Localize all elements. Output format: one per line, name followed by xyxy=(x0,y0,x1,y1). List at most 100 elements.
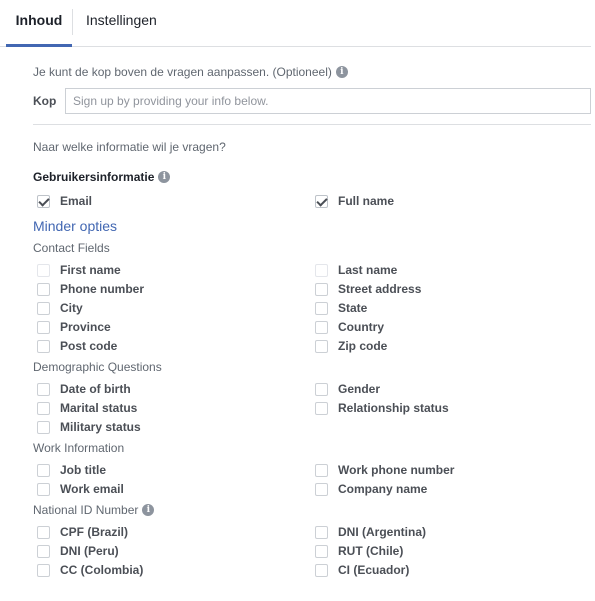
checkbox-dni-argentina[interactable]: DNI (Argentina) xyxy=(311,524,426,540)
checkbox-city[interactable]: City xyxy=(33,300,83,316)
checkbox-label: Military status xyxy=(60,420,141,434)
checkbox-marital-status[interactable]: Marital status xyxy=(33,400,137,416)
info-icon[interactable]: i xyxy=(142,504,155,516)
group-title-national-id-text: National ID Number xyxy=(33,503,139,517)
checkbox-icon[interactable] xyxy=(315,401,328,415)
checkbox-icon[interactable] xyxy=(315,263,328,277)
kop-label: Kop xyxy=(33,94,57,108)
checkbox-street-address[interactable]: Street address xyxy=(311,281,421,297)
checkbox-icon[interactable] xyxy=(37,463,50,477)
checkbox-zip-code[interactable]: Zip code xyxy=(311,338,387,354)
checkbox-country[interactable]: Country xyxy=(311,319,384,335)
checkbox-icon[interactable] xyxy=(315,525,328,539)
checkbox-icon[interactable] xyxy=(315,339,328,353)
checkbox-cpf-brazil[interactable]: CPF (Brazil) xyxy=(33,524,128,540)
checkbox-dni-peru[interactable]: DNI (Peru) xyxy=(33,543,119,559)
checkbox-label: Job title xyxy=(60,463,107,477)
checkbox-icon[interactable] xyxy=(315,544,328,558)
tab-instellingen[interactable]: Instellingen xyxy=(86,0,157,47)
checkbox-icon[interactable] xyxy=(37,382,50,396)
checkbox-date-of-birth[interactable]: Date of birth xyxy=(33,381,131,397)
checkbox-icon[interactable] xyxy=(315,282,328,296)
checkbox-phone-number[interactable]: Phone number xyxy=(33,281,144,297)
checkbox-first-name[interactable]: First name xyxy=(33,262,121,278)
tab-divider xyxy=(72,9,73,35)
tab-bar: Inhoud Instellingen xyxy=(0,0,591,47)
checkbox-province[interactable]: Province xyxy=(33,319,111,335)
checkbox-state[interactable]: State xyxy=(311,300,367,316)
checkbox-icon[interactable] xyxy=(315,320,328,334)
group-title-demographic: Demographic Questions xyxy=(33,360,162,374)
checkbox-gender[interactable]: Gender xyxy=(311,381,380,397)
checkbox-icon[interactable] xyxy=(37,301,50,315)
checkbox-post-code[interactable]: Post code xyxy=(33,338,117,354)
checkbox-label: DNI (Argentina) xyxy=(338,525,426,539)
checkbox-icon[interactable] xyxy=(315,482,328,496)
checkbox-email[interactable]: Email xyxy=(33,193,92,209)
checkbox-cc-colombia[interactable]: CC (Colombia) xyxy=(33,562,143,578)
checkbox-label: Zip code xyxy=(338,339,388,353)
question-text: Naar welke informatie wil je vragen? xyxy=(33,140,226,154)
kop-input[interactable] xyxy=(65,88,591,114)
info-icon[interactable]: i xyxy=(335,66,348,78)
divider xyxy=(33,124,591,125)
checkbox-icon[interactable] xyxy=(37,339,50,353)
checkbox-icon[interactable] xyxy=(37,544,50,558)
checkbox-label: CC (Colombia) xyxy=(60,563,144,577)
checkbox-icon[interactable] xyxy=(37,420,50,434)
checkbox-label: Company name xyxy=(338,482,428,496)
checkbox-icon[interactable] xyxy=(37,263,50,277)
checkbox-checked-icon[interactable] xyxy=(37,194,50,208)
checkbox-icon[interactable] xyxy=(37,282,50,296)
checkbox-checked-icon[interactable] xyxy=(315,194,328,208)
checkbox-military-status[interactable]: Military status xyxy=(33,419,141,435)
checkbox-icon[interactable] xyxy=(315,563,328,577)
checkbox-work-phone-number[interactable]: Work phone number xyxy=(311,462,454,478)
checkbox-label: Country xyxy=(338,320,384,334)
checkbox-label: RUT (Chile) xyxy=(338,544,404,558)
less-options-link[interactable]: Minder opties xyxy=(33,218,117,234)
checkbox-label: Last name xyxy=(338,263,398,277)
checkbox-label: Post code xyxy=(60,339,118,353)
checkbox-work-email[interactable]: Work email xyxy=(33,481,124,497)
checkbox-icon[interactable] xyxy=(37,320,50,334)
checkbox-label: DNI (Peru) xyxy=(60,544,119,558)
checkbox-label: CPF (Brazil) xyxy=(60,525,129,539)
checkbox-label: Work phone number xyxy=(338,463,455,477)
checkbox-label: Street address xyxy=(338,282,422,296)
checkbox-label: CI (Ecuador) xyxy=(338,563,410,577)
checkbox-label: Work email xyxy=(60,482,124,496)
checkbox-rut-chile[interactable]: RUT (Chile) xyxy=(311,543,403,559)
checkbox-label: Date of birth xyxy=(60,382,131,396)
checkbox-job-title[interactable]: Job title xyxy=(33,462,106,478)
checkbox-icon[interactable] xyxy=(315,301,328,315)
checkbox-icon[interactable] xyxy=(37,525,50,539)
checkbox-label: Email xyxy=(60,194,93,208)
checkbox-relationship-status[interactable]: Relationship status xyxy=(311,400,449,416)
checkbox-icon[interactable] xyxy=(37,563,50,577)
checkbox-company-name[interactable]: Company name xyxy=(311,481,427,497)
checkbox-label: Province xyxy=(60,320,111,334)
user-info-title-text: Gebruikersinformatie xyxy=(33,170,155,184)
checkbox-full-name[interactable]: Full name xyxy=(311,193,394,209)
checkbox-label: Gender xyxy=(338,382,381,396)
info-icon[interactable]: i xyxy=(158,171,171,183)
header-hint-text: Je kunt de kop boven de vragen aanpassen… xyxy=(33,65,332,79)
group-title-work: Work Information xyxy=(33,441,125,455)
checkbox-label: Full name xyxy=(338,194,395,208)
checkbox-label: Marital status xyxy=(60,401,138,415)
checkbox-label: State xyxy=(338,301,368,315)
checkbox-icon[interactable] xyxy=(315,382,328,396)
checkbox-label: Phone number xyxy=(60,282,145,296)
checkbox-icon[interactable] xyxy=(315,463,328,477)
header-hint: Je kunt de kop boven de vragen aanpassen… xyxy=(33,65,348,79)
lead-form-editor: Inhoud Instellingen Je kunt de kop boven… xyxy=(0,0,595,601)
tab-inhoud[interactable]: Inhoud xyxy=(6,0,72,47)
checkbox-icon[interactable] xyxy=(37,401,50,415)
checkbox-ci-ecuador[interactable]: CI (Ecuador) xyxy=(311,562,409,578)
checkbox-label: City xyxy=(60,301,83,315)
checkbox-icon[interactable] xyxy=(37,482,50,496)
group-title-national-id: National ID Number i xyxy=(33,503,155,517)
checkbox-last-name[interactable]: Last name xyxy=(311,262,397,278)
group-title-contact: Contact Fields xyxy=(33,241,110,255)
